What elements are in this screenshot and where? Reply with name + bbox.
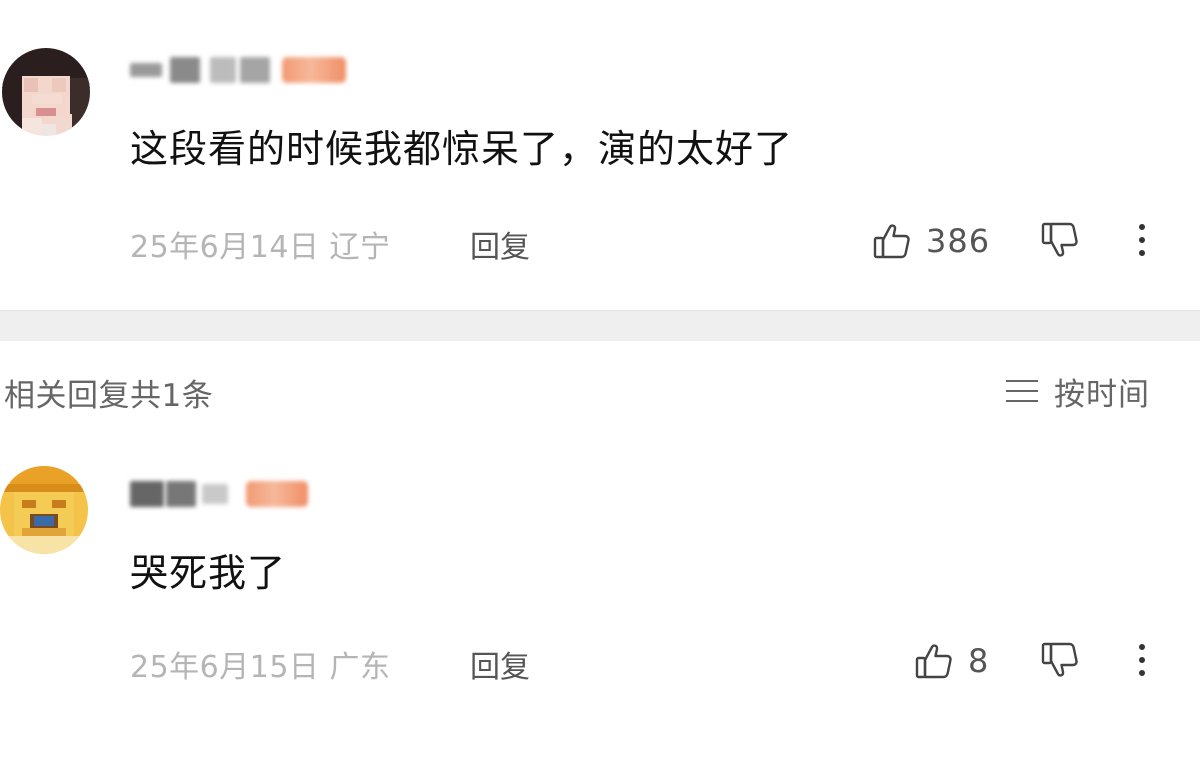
blurred-name-segment <box>170 57 200 83</box>
thumbs-up-icon <box>914 641 954 681</box>
reply-button[interactable]: 回复 <box>470 642 530 686</box>
blurred-name-segment <box>210 57 236 83</box>
thumbs-down-icon[interactable] <box>1040 640 1080 680</box>
username-blurred[interactable] <box>130 474 308 514</box>
username-blurred[interactable] <box>130 50 346 90</box>
blurred-name-segment <box>130 481 164 507</box>
thumbs-up-icon <box>872 221 912 261</box>
blurred-name-segment <box>202 484 228 504</box>
comment-card: 这段看的时候我都惊呆了，演的太好了 25年6月14日 辽宁 回复 386 <box>0 0 1200 310</box>
comment-text: 这段看的时候我都惊呆了，演的太好了 <box>130 127 794 171</box>
reply-button[interactable]: 回复 <box>470 222 530 266</box>
comment-meta-row: 25年6月15日 广东 回复 8 <box>0 636 1200 686</box>
blurred-name-segment <box>166 481 196 507</box>
comment-meta-row: 25年6月14日 辽宁 回复 386 <box>0 216 1200 266</box>
user-level-badge <box>246 481 308 507</box>
like-button[interactable]: 386 <box>872 218 990 264</box>
like-count: 386 <box>926 222 991 260</box>
user-avatar[interactable] <box>0 466 88 554</box>
blurred-name-segment <box>240 57 270 83</box>
more-vertical-icon[interactable] <box>1130 640 1154 680</box>
comment-date-location: 25年6月14日 辽宁 <box>130 230 391 265</box>
comment-text: 哭死我了 <box>130 551 287 595</box>
sort-label: 按时间 <box>1054 376 1150 413</box>
like-button[interactable]: 8 <box>914 638 989 684</box>
related-replies-header: 相关回复共1条 按时间 <box>0 366 1200 416</box>
like-count: 8 <box>968 642 990 680</box>
sort-lines-icon <box>1006 380 1038 402</box>
section-divider <box>0 310 1200 341</box>
related-replies-title: 相关回复共1条 <box>4 378 214 414</box>
more-vertical-icon[interactable] <box>1130 220 1154 260</box>
sort-by-time-button[interactable]: 按时间 <box>1006 368 1150 414</box>
reply-comment-card: 哭死我了 25年6月15日 广东 回复 8 <box>0 440 1200 760</box>
comment-date-location: 25年6月15日 广东 <box>130 650 391 685</box>
user-level-badge <box>282 57 346 83</box>
blurred-name-segment <box>130 63 162 77</box>
thumbs-down-icon[interactable] <box>1040 220 1080 260</box>
user-avatar[interactable] <box>2 48 90 136</box>
